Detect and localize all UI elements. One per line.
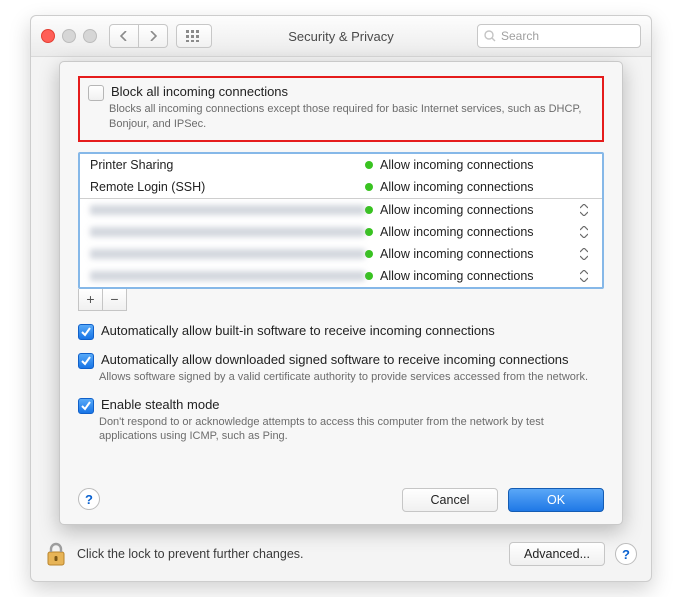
block-all-label: Block all incoming connections bbox=[111, 84, 288, 99]
app-status: Allow incoming connections bbox=[380, 269, 534, 283]
check-icon bbox=[80, 326, 92, 338]
check-icon bbox=[80, 355, 92, 367]
table-row[interactable]: Allow incoming connections bbox=[80, 199, 602, 221]
app-name bbox=[90, 249, 365, 259]
search-icon bbox=[484, 30, 496, 42]
window-controls bbox=[41, 29, 97, 43]
ok-button[interactable]: OK bbox=[508, 488, 604, 512]
add-button[interactable]: + bbox=[78, 289, 102, 311]
status-dot-icon bbox=[365, 272, 373, 280]
grid-icon bbox=[186, 30, 202, 42]
status-dot-icon bbox=[365, 250, 373, 258]
row-stepper[interactable] bbox=[580, 248, 592, 260]
app-status: Allow incoming connections bbox=[380, 203, 534, 217]
help-button[interactable]: ? bbox=[615, 543, 637, 565]
lock-description: Click the lock to prevent further change… bbox=[77, 547, 304, 561]
auto-builtin-checkbox[interactable] bbox=[78, 324, 94, 340]
sheet-button-row: Cancel OK bbox=[402, 488, 604, 512]
auto-signed-label: Automatically allow downloaded signed so… bbox=[101, 352, 569, 367]
stepper-icon bbox=[580, 248, 588, 260]
firewall-options-sheet: Block all incoming connections Blocks al… bbox=[59, 61, 623, 525]
zoom-window-button[interactable] bbox=[83, 29, 97, 43]
table-row[interactable]: Printer Sharing Allow incoming connectio… bbox=[80, 154, 602, 176]
auto-signed-checkbox[interactable] bbox=[78, 353, 94, 369]
block-all-highlight: Block all incoming connections Blocks al… bbox=[78, 76, 604, 142]
status-dot-icon bbox=[365, 228, 373, 236]
stepper-icon bbox=[580, 270, 588, 282]
app-status: Allow incoming connections bbox=[380, 180, 534, 194]
status-dot-icon bbox=[365, 161, 373, 169]
status-dot-icon bbox=[365, 206, 373, 214]
help-button[interactable]: ? bbox=[78, 488, 100, 510]
nav-segmented bbox=[109, 24, 168, 48]
table-row[interactable]: Allow incoming connections bbox=[80, 243, 602, 265]
check-icon bbox=[80, 400, 92, 412]
search-placeholder: Search bbox=[501, 29, 539, 43]
row-stepper[interactable] bbox=[580, 270, 592, 282]
app-name: Remote Login (SSH) bbox=[90, 180, 365, 194]
minimize-window-button[interactable] bbox=[62, 29, 76, 43]
lock-row: Click the lock to prevent further change… bbox=[45, 541, 637, 567]
stealth-description: Don't respond to or acknowledge attempts… bbox=[78, 415, 604, 445]
app-name bbox=[90, 227, 365, 237]
stepper-icon bbox=[580, 204, 588, 216]
lock-icon[interactable] bbox=[45, 541, 67, 567]
stealth-label: Enable stealth mode bbox=[101, 397, 220, 412]
status-dot-icon bbox=[365, 183, 373, 191]
advanced-button[interactable]: Advanced... bbox=[509, 542, 605, 566]
add-remove-controls: + − bbox=[78, 289, 604, 311]
chevron-right-icon bbox=[149, 31, 157, 41]
back-button[interactable] bbox=[109, 24, 139, 48]
close-window-button[interactable] bbox=[41, 29, 55, 43]
auto-signed-description: Allows software signed by a valid certif… bbox=[78, 370, 604, 385]
row-stepper[interactable] bbox=[580, 204, 592, 216]
block-all-checkbox[interactable] bbox=[88, 85, 104, 101]
app-name bbox=[90, 271, 365, 281]
block-all-description: Blocks all incoming connections except t… bbox=[88, 102, 594, 132]
show-all-button[interactable] bbox=[176, 24, 212, 48]
forward-button[interactable] bbox=[139, 24, 168, 48]
preferences-window: Security & Privacy Search Block all inco… bbox=[30, 15, 652, 582]
firewall-app-list[interactable]: Printer Sharing Allow incoming connectio… bbox=[78, 152, 604, 289]
app-status: Allow incoming connections bbox=[380, 247, 534, 261]
app-status: Allow incoming connections bbox=[380, 158, 534, 172]
cancel-button[interactable]: Cancel bbox=[402, 488, 498, 512]
table-row[interactable]: Allow incoming connections bbox=[80, 265, 602, 287]
chevron-left-icon bbox=[120, 31, 128, 41]
window-toolbar: Security & Privacy Search bbox=[31, 16, 651, 57]
app-status: Allow incoming connections bbox=[380, 225, 534, 239]
app-name bbox=[90, 205, 365, 215]
search-input[interactable]: Search bbox=[477, 24, 641, 48]
app-name: Printer Sharing bbox=[90, 158, 365, 172]
table-row[interactable]: Allow incoming connections bbox=[80, 221, 602, 243]
row-stepper[interactable] bbox=[580, 226, 592, 238]
remove-button[interactable]: − bbox=[102, 289, 127, 311]
stepper-icon bbox=[580, 226, 588, 238]
stealth-checkbox[interactable] bbox=[78, 398, 94, 414]
table-row[interactable]: Remote Login (SSH) Allow incoming connec… bbox=[80, 176, 602, 198]
auto-builtin-label: Automatically allow built-in software to… bbox=[101, 323, 495, 338]
